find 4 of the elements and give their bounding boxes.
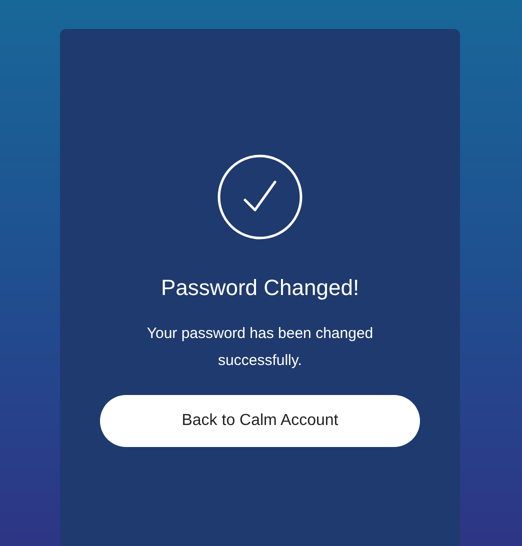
checkmark-icon	[217, 154, 303, 240]
back-button[interactable]: Back to Calm Account	[100, 395, 420, 447]
message: Your password has been changed successfully.	[146, 324, 374, 371]
title: Password Changed!	[160, 274, 360, 302]
